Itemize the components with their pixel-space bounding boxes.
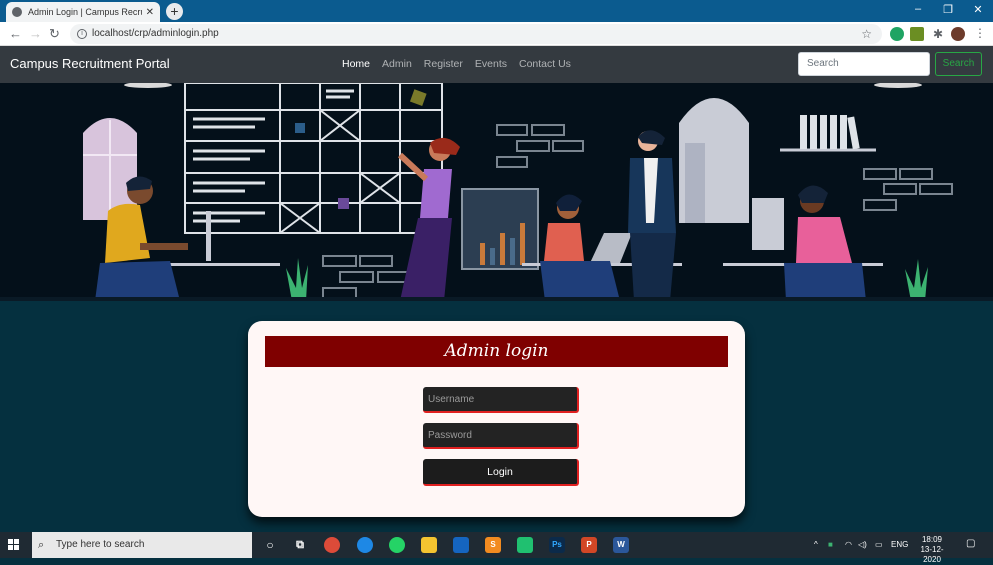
login-title: Admin login (265, 336, 728, 367)
close-tab-icon[interactable]: ✕ (146, 7, 154, 18)
wifi-icon[interactable]: ◠ (845, 540, 852, 549)
reload-icon[interactable]: ↻ (49, 26, 60, 42)
nav-link-contact[interactable]: Contact Us (519, 58, 571, 70)
whatsapp-app-icon[interactable] (389, 537, 405, 553)
file-explorer-icon[interactable] (421, 537, 437, 553)
windows-start-icon[interactable] (8, 539, 20, 551)
password-input[interactable]: Password (423, 423, 579, 449)
close-window-button[interactable]: ✕ (963, 3, 993, 16)
nav-link-events[interactable]: Events (475, 58, 507, 70)
office-illustration (0, 83, 993, 301)
nav-link-register[interactable]: Register (424, 58, 463, 70)
address-bar: ← → ↻ i localhost/crp/adminlogin.php ☆ ✱… (0, 22, 993, 46)
site-search-input[interactable]: Search (798, 52, 930, 76)
bookmark-star-icon[interactable]: ☆ (861, 24, 872, 44)
search-icon: ⌕ (38, 539, 45, 551)
tray-app-icon[interactable]: ■ (828, 540, 833, 549)
forward-arrow-icon[interactable]: → (29, 26, 42, 41)
windows-taskbar: ⌕ Type here to search ○ ⧉ S Ps P W ^ ■ ◠… (0, 532, 993, 564)
notifications-icon[interactable]: ▢ (966, 538, 975, 549)
menu-kebab-icon[interactable]: ⋮ (973, 27, 987, 41)
tray-chevron-icon[interactable]: ^ (814, 540, 818, 549)
pycharm-icon[interactable] (517, 537, 533, 553)
nav-links: Home Admin Register Events Contact Us (342, 58, 583, 70)
clock-time: 18:09 (921, 535, 943, 544)
nav-link-admin[interactable]: Admin (382, 58, 412, 70)
back-arrow-icon[interactable]: ← (9, 26, 22, 41)
username-input[interactable]: Username (423, 387, 579, 413)
url-text: localhost/crp/adminlogin.php (92, 28, 219, 39)
clock-date: 13-12-2020 (920, 545, 944, 564)
app-box-icon[interactable] (453, 537, 469, 553)
restore-button[interactable]: ❐ (933, 3, 963, 16)
language-indicator[interactable]: ENG (891, 540, 908, 549)
nav-link-home[interactable]: Home (342, 58, 370, 70)
puzzle-extensions-icon[interactable]: ✱ (931, 27, 945, 41)
powerpoint-icon[interactable]: P (581, 537, 597, 553)
login-button[interactable]: Login (423, 459, 579, 486)
site-navbar: Campus Recruitment Portal Home Admin Reg… (0, 46, 993, 83)
info-icon[interactable]: i (77, 29, 87, 39)
cortana-icon[interactable]: ○ (262, 537, 278, 553)
minimize-button[interactable]: – (903, 3, 933, 15)
photoshop-icon[interactable]: Ps (549, 537, 565, 553)
new-tab-button[interactable]: + (166, 3, 183, 20)
extension-icon[interactable] (910, 27, 924, 41)
url-field[interactable]: i localhost/crp/adminlogin.php ☆ (70, 24, 882, 44)
browser-tabstrip: Admin Login | Campus Recruitm ✕ + – ❐ ✕ (0, 0, 993, 22)
admin-login-card: Admin login Username Password Login (248, 321, 745, 517)
site-brand[interactable]: Campus Recruitment Portal (10, 56, 170, 71)
taskbar-search-input[interactable]: ⌕ Type here to search (32, 532, 252, 558)
edge-app-icon[interactable] (357, 537, 373, 553)
browser-tab[interactable]: Admin Login | Campus Recruitm ✕ (6, 2, 160, 22)
globe-icon (12, 7, 22, 17)
profile-avatar[interactable] (951, 27, 965, 41)
taskbar-search-placeholder: Type here to search (56, 539, 145, 550)
grammarly-extension-icon[interactable] (890, 27, 904, 41)
hero-banner (0, 83, 993, 301)
site-search-button[interactable]: Search (935, 52, 982, 76)
chrome-app-icon[interactable] (324, 537, 340, 553)
task-view-icon[interactable]: ⧉ (292, 537, 308, 553)
tab-title: Admin Login | Campus Recruitm (28, 7, 142, 17)
word-icon[interactable]: W (613, 537, 629, 553)
sublime-text-icon[interactable]: S (485, 537, 501, 553)
battery-icon[interactable]: ▭ (875, 540, 883, 549)
volume-icon[interactable]: ◁) (858, 540, 867, 549)
taskbar-clock[interactable]: 18:09 13-12-2020 (914, 535, 950, 565)
